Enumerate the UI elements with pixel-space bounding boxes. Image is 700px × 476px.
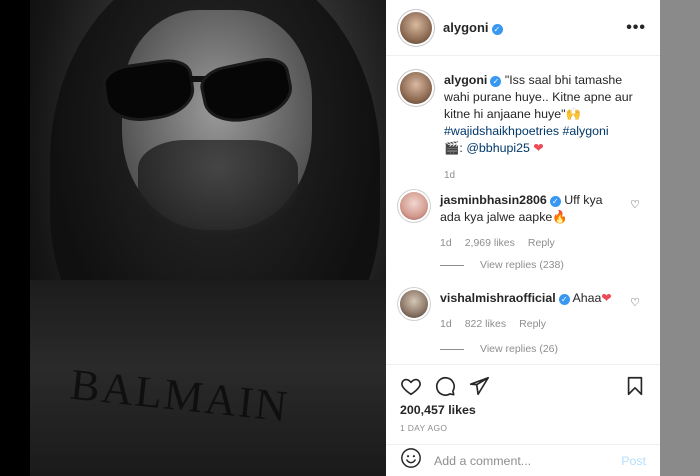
author-avatar[interactable]: [400, 11, 432, 44]
caption-text: alygoni ✓ "Iss saal bhi tamashe wahi pura…: [444, 72, 649, 184]
caption: alygoni ✓ "Iss saal bhi tamashe wahi pura…: [400, 72, 650, 184]
comment-likes[interactable]: 822 likes: [465, 316, 506, 333]
author-username[interactable]: alygoni ✓: [443, 20, 503, 35]
post-date[interactable]: 1 DAY AGO: [386, 417, 660, 433]
comment-text: Ahaa: [572, 291, 602, 305]
comment-meta: 1d 2,969 likes Reply: [440, 235, 620, 252]
heart-icon[interactable]: [400, 375, 422, 397]
action-icons: [386, 365, 660, 399]
bookmark-icon[interactable]: [624, 375, 646, 397]
view-replies[interactable]: View replies (26): [440, 343, 558, 355]
comment-body: jasminbhasin2806 ✓ Uff kya ada kya jalwe …: [440, 192, 620, 252]
post-header: alygoni ✓ •••: [386, 0, 660, 56]
comment-emoji: ❤: [601, 291, 612, 305]
caption-heart-emoji: ❤: [533, 141, 544, 155]
caption-mention[interactable]: @bbhupi25: [466, 141, 530, 155]
likes-count[interactable]: 200,457 likes: [386, 399, 660, 417]
verified-icon: ✓: [491, 24, 503, 35]
comment-time[interactable]: 1d: [440, 316, 452, 333]
comment-input[interactable]: [434, 453, 614, 468]
caption-quote-emoji: 🙌: [565, 107, 581, 121]
comment-icon[interactable]: [434, 375, 456, 397]
comment-item: jasminbhasin2806 ✓ Uff kya ada kya jalwe …: [400, 192, 650, 252]
caption-avatar[interactable]: [400, 72, 432, 104]
emoji-icon[interactable]: [400, 447, 422, 474]
caption-username[interactable]: alygoni: [444, 73, 487, 87]
verified-icon: ✓: [490, 76, 502, 87]
commenter-avatar[interactable]: [400, 290, 428, 318]
reply-button[interactable]: Reply: [519, 316, 546, 333]
commenter-username[interactable]: vishalmishraofficial: [440, 291, 556, 305]
comment-item: vishalmishraofficial ✓ Ahaa❤ 1d 822 likes…: [400, 290, 650, 333]
post-detail-panel: alygoni ✓ ••• alygoni ✓ "Iss saal bhi tama…: [386, 0, 660, 476]
share-icon[interactable]: [468, 375, 490, 397]
comment-body: vishalmishraofficial ✓ Ahaa❤ 1d 822 likes…: [440, 290, 620, 333]
verified-icon: ✓: [549, 196, 561, 207]
post-image[interactable]: BALMAIN: [30, 0, 386, 476]
add-comment-bar: Post: [386, 444, 660, 476]
comment-emoji: 🔥: [552, 210, 568, 224]
comment-like-icon[interactable]: ♡: [630, 296, 640, 309]
beard-shape: [138, 140, 298, 235]
reply-button[interactable]: Reply: [528, 235, 555, 252]
comment-like-icon[interactable]: ♡: [630, 198, 640, 211]
commenter-avatar[interactable]: [400, 192, 428, 220]
replies-divider: [440, 264, 464, 266]
comment-meta: 1d 822 likes Reply: [440, 316, 620, 333]
caption-credit-prefix: 🎬:: [444, 141, 467, 155]
caption-hashtags[interactable]: #wajidshaikhpoetries #alygoni: [444, 124, 609, 138]
more-options-icon[interactable]: •••: [626, 19, 646, 37]
comment-likes[interactable]: 2,969 likes: [465, 235, 515, 252]
verified-icon: ✓: [558, 294, 570, 305]
caption-time: 1d: [444, 170, 456, 181]
comment-time[interactable]: 1d: [440, 235, 452, 252]
background-page: [660, 0, 700, 476]
view-replies-label[interactable]: View replies (26): [480, 343, 558, 355]
replies-divider: [440, 348, 464, 350]
commenter-username[interactable]: jasminbhasin2806: [440, 193, 547, 207]
author-username-text[interactable]: alygoni: [443, 20, 489, 35]
view-replies-label[interactable]: View replies (238): [480, 259, 564, 271]
post-button[interactable]: Post: [621, 454, 646, 468]
view-replies[interactable]: View replies (238): [440, 259, 564, 271]
